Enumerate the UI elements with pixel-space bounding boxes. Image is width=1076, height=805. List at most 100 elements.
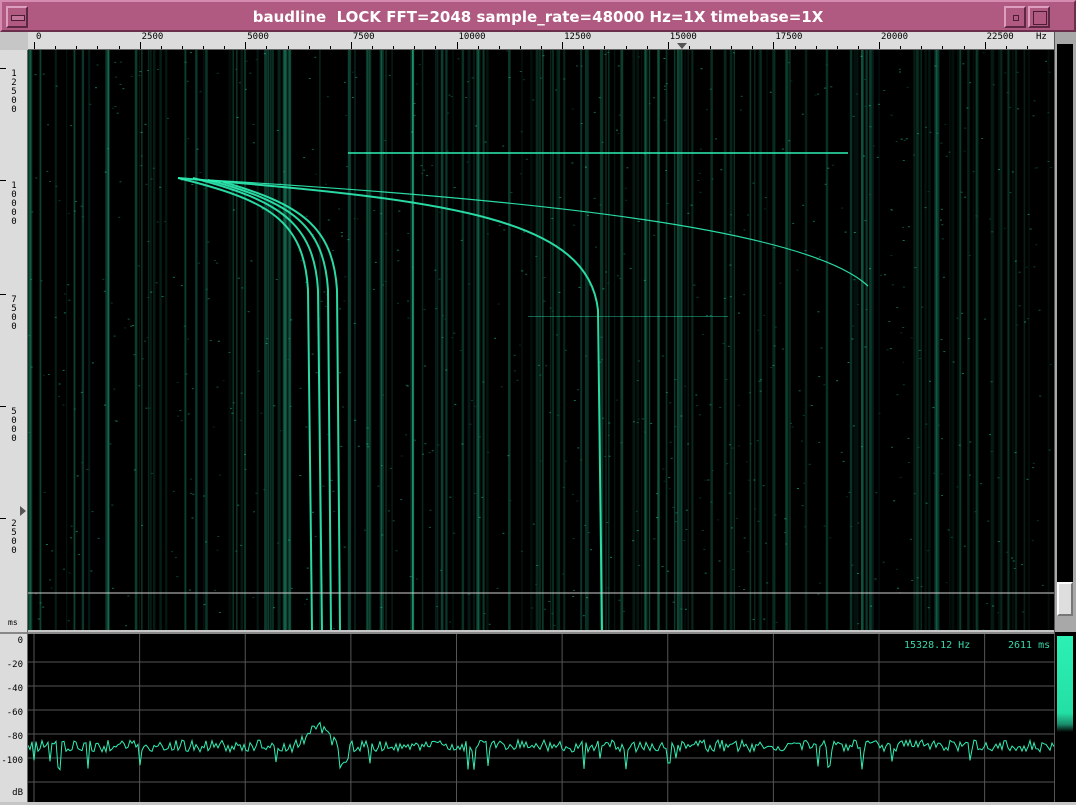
time-ruler[interactable]: ms 1 2 5 0 0 1 0 0 0 0 7 5 0 0 5 0 0 0 2 5 0…	[0, 50, 28, 632]
freq-tick	[984, 42, 986, 49]
horizontal-streak	[348, 152, 848, 154]
freq-minor-tick	[900, 46, 902, 49]
spectrogram-canvas	[28, 50, 1054, 630]
time-tick-label: 7 5 0 0	[11, 295, 17, 332]
baudline-window: baudline LOCK FFT=2048 sample_rate=48000…	[0, 0, 1076, 805]
cursor-time-readout: 2611 ms	[1008, 640, 1051, 651]
freq-minor-tick	[160, 46, 162, 49]
freq-minor-tick	[393, 46, 395, 49]
freq-minor-tick	[477, 46, 479, 49]
freq-minor-tick	[329, 46, 331, 49]
window-title: baudline LOCK FFT=2048 sample_rate=48000…	[252, 8, 824, 26]
time-tick	[0, 406, 6, 407]
freq-minor-tick	[583, 46, 585, 49]
freq-minor-tick	[118, 46, 120, 49]
freq-tick	[34, 42, 35, 49]
spectrum-plot[interactable]: 15328.12 Hz 2611 ms	[28, 632, 1054, 802]
title-bar[interactable]: baudline LOCK FFT=2048 sample_rate=48000…	[0, 0, 1076, 32]
freq-minor-tick	[203, 46, 204, 49]
db-ruler: dB 0 -20 -40 -60 -80 -100	[0, 632, 28, 802]
time-tick-label: 1 2 5 0 0	[11, 69, 17, 115]
freq-tick	[773, 42, 775, 49]
db-tick-label: -40	[6, 684, 23, 694]
freq-tick-label: 20000	[881, 32, 909, 42]
freq-tick-label: 7500	[352, 32, 375, 42]
freq-tick-label: 22500	[986, 32, 1014, 42]
time-tick-label: 2 5 0 0	[11, 519, 17, 556]
freq-minor-tick	[963, 46, 965, 49]
freq-minor-tick	[942, 46, 944, 49]
freq-minor-tick	[435, 46, 437, 49]
freq-minor-tick	[76, 46, 78, 49]
db-tick-label: -60	[6, 708, 23, 718]
time-tick	[0, 180, 6, 181]
freq-tick	[456, 42, 458, 49]
vertical-scrollbar[interactable]	[1054, 32, 1076, 632]
minimize-icon[interactable]	[1004, 6, 1026, 28]
freq-tick-label: 17500	[775, 32, 803, 42]
freq-minor-tick	[604, 46, 606, 49]
chirp-trace	[207, 179, 332, 630]
spectrum-canvas	[28, 634, 1054, 802]
freq-tick-label: 10000	[458, 32, 486, 42]
freq-tick	[667, 42, 669, 49]
freq-minor-tick	[688, 46, 690, 49]
db-unit-label: dB	[12, 788, 23, 798]
freq-tick-label: 2500	[141, 32, 164, 42]
db-tick-label: 0	[17, 636, 23, 646]
spectrogram-noise	[28, 50, 1053, 630]
time-tick	[0, 294, 6, 295]
freq-minor-tick	[1026, 46, 1028, 49]
db-tick-label: -100	[1, 756, 23, 766]
time-tick-label: 1 0 0 0 0	[11, 181, 17, 227]
time-unit-label: ms	[8, 618, 18, 627]
spectrum-grid	[28, 634, 1054, 802]
level-meter-fill	[1057, 636, 1073, 732]
freq-minor-tick	[414, 46, 416, 49]
freq-minor-tick	[519, 46, 521, 49]
freq-minor-tick	[97, 46, 99, 49]
scrollbar-thumb[interactable]	[1057, 582, 1073, 616]
time-tick	[0, 68, 6, 69]
freq-tick	[879, 42, 880, 49]
time-marker[interactable]	[20, 506, 26, 516]
freq-minor-tick	[731, 46, 733, 49]
freq-minor-tick	[857, 46, 859, 49]
freq-minor-tick	[1005, 46, 1007, 49]
freq-minor-tick	[287, 46, 289, 49]
freq-tick-label: 0	[36, 32, 42, 42]
db-tick-label: -80	[6, 732, 23, 742]
freq-minor-tick	[794, 46, 796, 49]
level-meter	[1054, 632, 1076, 802]
freq-minor-tick	[372, 46, 373, 49]
freq-minor-tick	[308, 46, 310, 49]
time-tick-label: 5 0 0 0	[11, 407, 17, 444]
freq-minor-tick	[625, 46, 627, 49]
freq-tick	[245, 42, 247, 49]
freq-minor-tick	[646, 46, 648, 49]
freq-tick-label: 12500	[564, 32, 592, 42]
freq-minor-tick	[55, 46, 57, 49]
scrollbar-trough[interactable]	[1057, 44, 1073, 582]
freq-minor-tick	[752, 46, 754, 49]
freq-tick	[139, 42, 141, 49]
spectrogram-display[interactable]	[28, 50, 1054, 630]
freq-tick-label: 5000	[247, 32, 269, 42]
freq-minor-tick	[498, 46, 500, 49]
freq-minor-tick	[921, 46, 923, 49]
freq-minor-tick	[710, 46, 711, 49]
frequency-ruler[interactable]: Hz 0 2500 5000 7500 10000 12500 15000 17500 2000…	[28, 32, 1054, 50]
freq-minor-tick	[181, 46, 183, 49]
tone-line	[412, 50, 415, 630]
freq-tick	[350, 42, 352, 49]
maximize-icon[interactable]	[1028, 6, 1050, 28]
frequency-marker[interactable]	[676, 43, 687, 49]
cursor-frequency-readout: 15328.12 Hz	[904, 640, 971, 651]
spectrum-trace	[28, 721, 1054, 771]
freq-unit-label: Hz	[1036, 32, 1047, 42]
db-tick-label: -20	[6, 660, 23, 670]
freq-minor-tick	[815, 46, 817, 49]
freq-minor-tick	[266, 46, 268, 49]
freq-tick-label: 15000	[669, 32, 697, 42]
time-tick	[0, 518, 6, 519]
